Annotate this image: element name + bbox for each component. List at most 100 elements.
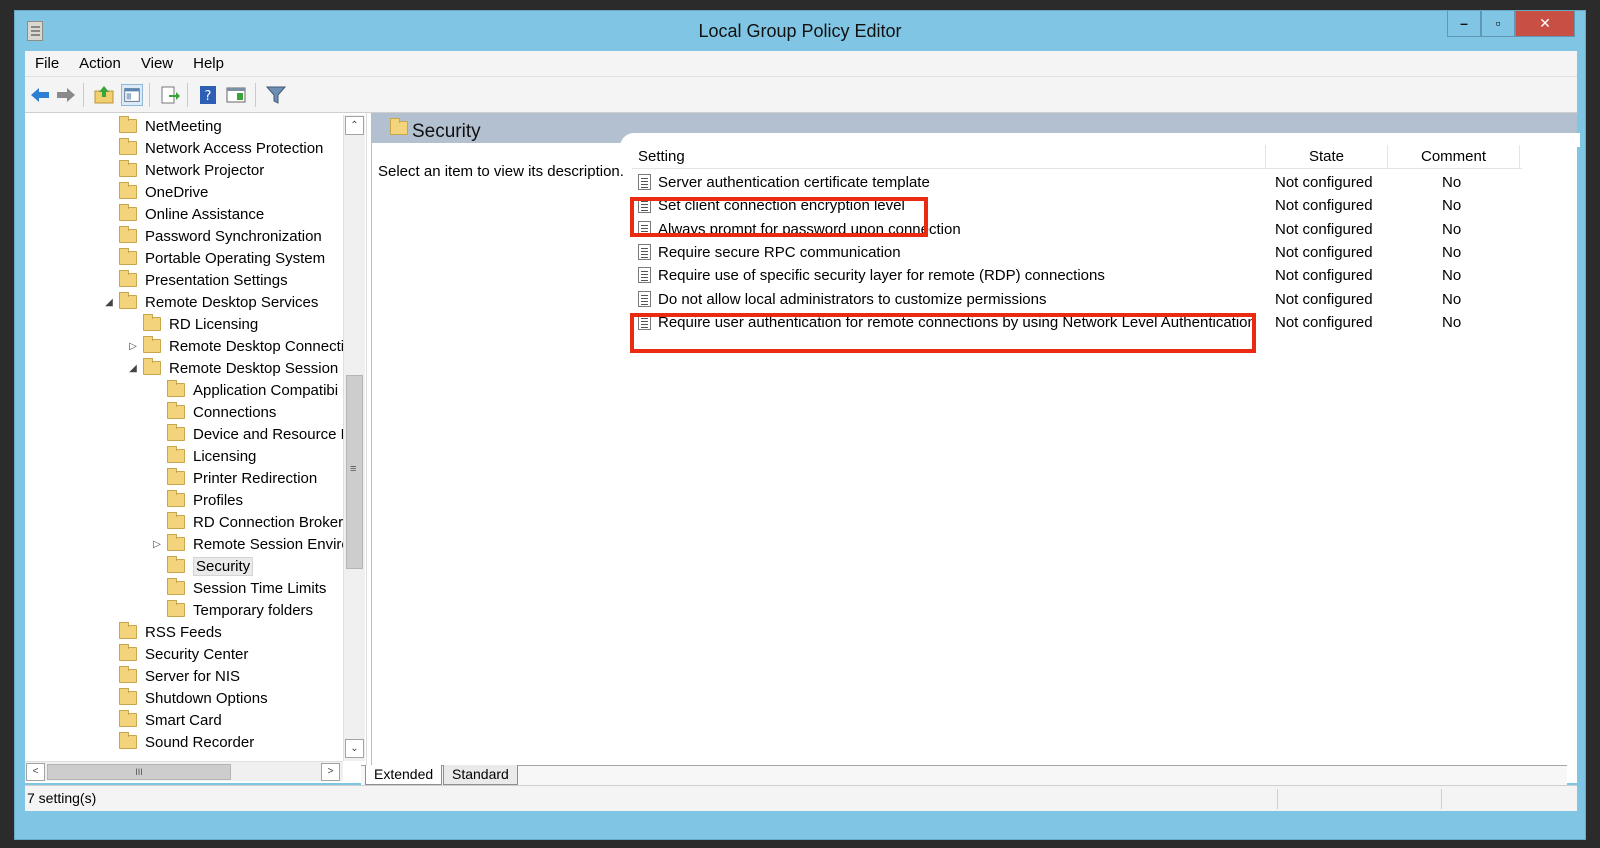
close-button[interactable]: ✕ xyxy=(1515,11,1575,37)
tree-item-label: Remote Desktop Connecti xyxy=(169,337,343,355)
tree-item-label: Remote Desktop Session H xyxy=(169,359,343,377)
tree-item[interactable]: Network Projector xyxy=(103,159,264,181)
tree-item[interactable]: Portable Operating System xyxy=(103,247,325,269)
folder-icon xyxy=(167,512,185,529)
tab-extended[interactable]: Extended xyxy=(365,765,443,785)
scroll-down-button[interactable]: ⌄ xyxy=(345,739,364,758)
tab-standard[interactable]: Standard xyxy=(443,765,518,785)
scroll-right-button[interactable]: > xyxy=(321,763,340,781)
setting-state: Not configured xyxy=(1275,313,1373,331)
tree-item[interactable]: Presentation Settings xyxy=(103,269,288,291)
tree-item-label: Security Center xyxy=(145,645,249,663)
tree-item[interactable]: ◢ Remote Desktop Services xyxy=(103,291,318,313)
tree-item[interactable]: Sound Recorder xyxy=(103,731,254,753)
expander-icon[interactable]: ◢ xyxy=(103,297,115,308)
setting-comment: No xyxy=(1442,243,1462,261)
tree-horizontal-scrollbar[interactable]: < III > xyxy=(25,761,343,781)
setting-comment: No xyxy=(1442,290,1462,308)
maximize-button[interactable]: ▫ xyxy=(1481,11,1515,37)
tree-item[interactable]: Password Synchronization xyxy=(103,225,322,247)
tree-item-label: Smart Card xyxy=(145,711,222,729)
tree-item[interactable]: RD Connection Broker xyxy=(151,511,343,533)
tree-item[interactable]: Licensing xyxy=(151,445,256,467)
tree-item[interactable]: RSS Feeds xyxy=(103,621,222,643)
tree-item[interactable]: Server for NIS xyxy=(103,665,240,687)
expander-icon[interactable]: ▷ xyxy=(127,341,139,352)
help-icon[interactable]: ? xyxy=(197,84,219,106)
tree-item[interactable]: ▷ Remote Session Enviror xyxy=(151,533,343,555)
tree-item[interactable]: Security xyxy=(151,555,254,577)
folder-icon xyxy=(167,402,185,419)
column-comment[interactable]: Comment xyxy=(1388,145,1520,169)
filter-icon[interactable] xyxy=(265,84,287,106)
tree-item[interactable]: ◢ Remote Desktop Session H xyxy=(127,357,343,379)
setting-comment: No xyxy=(1442,313,1462,331)
tree-item-label: Licensing xyxy=(193,447,257,465)
scroll-up-button[interactable]: ⌃ xyxy=(345,116,364,135)
menu-help[interactable]: Help xyxy=(183,52,234,76)
setting-row[interactable]: Server authentication certificate templa… xyxy=(632,171,1562,194)
tree-item[interactable]: Security Center xyxy=(103,643,248,665)
title-bar[interactable]: Local Group Policy Editor – ▫ ✕ xyxy=(15,11,1585,51)
setting-row[interactable]: Require secure RPC communication Not conf… xyxy=(632,241,1562,264)
tree-item-label: Network Projector xyxy=(145,161,265,179)
tree-item[interactable]: RD Licensing xyxy=(127,313,258,335)
expander-icon[interactable]: ▷ xyxy=(151,539,163,550)
expander-icon[interactable]: ◢ xyxy=(127,363,139,374)
column-state[interactable]: State xyxy=(1266,145,1388,169)
highlight-box xyxy=(630,313,1256,353)
tree-item[interactable]: Temporary folders xyxy=(151,599,313,621)
folder-icon xyxy=(119,666,137,683)
tree-item[interactable]: NetMeeting xyxy=(103,115,222,137)
back-arrow-icon[interactable] xyxy=(29,84,51,106)
up-folder-icon[interactable] xyxy=(93,84,115,106)
tree-item-label: Session Time Limits xyxy=(193,579,327,597)
setting-row[interactable]: Require use of specific security layer f… xyxy=(632,264,1562,287)
tree-item[interactable]: Application Compatibi xyxy=(151,379,338,401)
column-setting[interactable]: Setting xyxy=(632,145,1266,169)
tree-item[interactable]: Printer Redirection xyxy=(151,467,317,489)
menu-action[interactable]: Action xyxy=(69,52,131,76)
tree-item-label: RD Licensing xyxy=(169,315,259,333)
tree-item[interactable]: Online Assistance xyxy=(103,203,264,225)
horizontal-scroll-thumb[interactable]: III xyxy=(47,764,231,780)
folder-icon xyxy=(119,710,137,727)
folder-icon xyxy=(119,116,137,133)
policy-setting-icon xyxy=(638,267,651,284)
tree-item[interactable]: Device and Resource R xyxy=(151,423,343,445)
tree-item[interactable]: ▷ Remote Desktop Connecti xyxy=(127,335,343,357)
tree-vertical-scrollbar[interactable]: ⌃ ≡ ⌄ xyxy=(343,115,365,761)
tree-item-label: Sound Recorder xyxy=(145,733,255,751)
navigation-tree: NetMeeting Network Access Protection Netwo… xyxy=(25,113,367,783)
folder-icon xyxy=(119,622,137,639)
tree-item[interactable]: Shutdown Options xyxy=(103,687,268,709)
tree-item[interactable]: Network Access Protection xyxy=(103,137,323,159)
scroll-left-button[interactable]: < xyxy=(26,763,45,781)
setting-row[interactable]: Do not allow local administrators to cus… xyxy=(632,288,1562,311)
folder-icon xyxy=(119,226,137,243)
setting-state: Not configured xyxy=(1275,174,1373,191)
properties-icon[interactable] xyxy=(225,84,247,106)
scroll-thumb[interactable]: ≡ xyxy=(346,375,363,569)
folder-icon xyxy=(167,578,185,595)
folder-icon xyxy=(143,336,161,353)
tree-item-label: Printer Redirection xyxy=(193,469,318,487)
folder-icon xyxy=(119,270,137,287)
minimize-button[interactable]: – xyxy=(1447,11,1481,37)
menu-view[interactable]: View xyxy=(131,52,183,76)
tree-item[interactable]: Smart Card xyxy=(103,709,222,731)
show-hide-tree-icon[interactable] xyxy=(121,84,143,106)
tree-item[interactable]: Session Time Limits xyxy=(151,577,326,599)
menu-file[interactable]: File xyxy=(25,52,69,76)
setting-state: Not configured xyxy=(1275,243,1373,261)
forward-arrow-icon[interactable] xyxy=(55,84,77,106)
tree-item[interactable]: Connections xyxy=(151,401,276,423)
details-pane: Security Select an item to view its desc… xyxy=(371,113,1580,783)
tree-item-label: NetMeeting xyxy=(145,117,222,135)
folder-icon xyxy=(167,380,185,397)
tree-item[interactable]: Profiles xyxy=(151,489,243,511)
tree-item-label: Remote Desktop Services xyxy=(145,293,319,311)
tree-item-label: Portable Operating System xyxy=(145,249,326,267)
tree-item[interactable]: OneDrive xyxy=(103,181,208,203)
export-list-icon[interactable] xyxy=(159,84,181,106)
